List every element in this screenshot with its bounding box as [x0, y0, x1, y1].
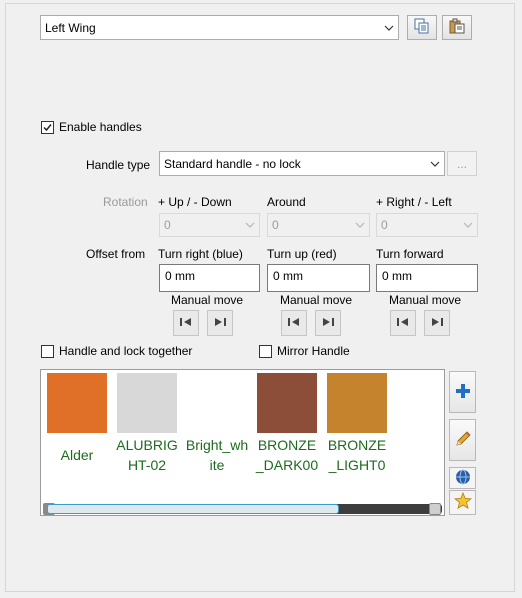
scroll-thumb[interactable]: [47, 504, 339, 514]
rotation-right-left-header: + Right / - Left: [376, 195, 452, 209]
turn-right-increase-button[interactable]: [207, 310, 233, 336]
rotation-up-down-header: + Up / - Down: [158, 195, 232, 209]
material-item-bronze-light[interactable]: BRONZE_LIGHT0: [322, 373, 392, 475]
checkbox-checked-icon: [41, 120, 54, 134]
chevron-down-icon: [351, 222, 369, 228]
material-swatch: [327, 373, 387, 433]
manual-move-label-2: Manual move: [280, 293, 353, 307]
turn-up-input[interactable]: 0 mm: [267, 264, 370, 292]
handle-type-select[interactable]: Standard handle - no lock: [159, 151, 445, 176]
edit-material-button[interactable]: [449, 419, 476, 461]
step-forward-icon: [321, 316, 335, 331]
rotation-around-value: 0: [272, 218, 279, 232]
handle-lock-together-checkbox[interactable]: Handle and lock together: [41, 344, 192, 358]
rotation-right-left-value: 0: [381, 218, 388, 232]
chevron-down-icon: [241, 222, 259, 228]
add-icon: [455, 383, 471, 402]
rotation-around-select[interactable]: 0: [267, 213, 370, 237]
turn-forward-header: Turn forward: [376, 247, 444, 261]
turn-right-decrease-button[interactable]: [173, 310, 199, 336]
material-item-bright-white[interactable]: Bright_white: [182, 373, 252, 475]
favorites-button[interactable]: [449, 490, 476, 515]
rotation-label: Rotation: [103, 195, 148, 209]
material-name: Alder: [60, 447, 94, 463]
turn-forward-input[interactable]: 0 mm: [376, 264, 478, 292]
copy-icon: [414, 18, 430, 37]
handle-lock-together-label: Handle and lock together: [59, 344, 193, 358]
globe-icon: [455, 469, 471, 488]
step-back-icon: [287, 316, 301, 331]
turn-up-decrease-button[interactable]: [281, 310, 307, 336]
step-forward-icon: [213, 316, 227, 331]
material-swatch: [117, 373, 177, 433]
handle-type-value: Standard handle - no lock: [164, 156, 301, 171]
material-gallery: Alder ALUBRIGHT-02 Bright_white BRONZE_D…: [40, 369, 445, 516]
scroll-right-arrow[interactable]: [429, 503, 441, 515]
material-name: BRONZE_LIGHT0: [327, 437, 387, 473]
mirror-handle-label: Mirror Handle: [277, 344, 350, 358]
enable-handles-label: Enable handles: [59, 120, 142, 134]
copy-button[interactable]: [407, 15, 437, 40]
rotation-right-left-select[interactable]: 0: [376, 213, 478, 237]
rotation-up-down-select[interactable]: 0: [159, 213, 260, 237]
material-item-alubright[interactable]: ALUBRIGHT-02: [112, 373, 182, 475]
checkbox-unchecked-icon: [259, 344, 272, 358]
handle-type-label: Handle type: [86, 158, 151, 172]
step-back-icon: [396, 316, 410, 331]
handle-type-browse-button[interactable]: ...: [447, 151, 477, 176]
chevron-down-icon: [426, 161, 444, 167]
turn-right-header: Turn right (blue): [158, 247, 243, 261]
enable-handles-checkbox[interactable]: Enable handles: [41, 120, 142, 134]
material-item-alder[interactable]: Alder: [42, 373, 112, 465]
online-library-button[interactable]: [449, 467, 476, 489]
turn-up-increase-button[interactable]: [315, 310, 341, 336]
manual-move-label-3: Manual move: [389, 293, 462, 307]
rotation-up-down-value: 0: [164, 218, 171, 232]
paste-button[interactable]: [442, 15, 472, 40]
object-select-value: Left Wing: [45, 20, 96, 35]
material-swatch: [47, 373, 107, 433]
gallery-scrollbar[interactable]: [43, 503, 442, 515]
add-material-button[interactable]: [449, 371, 476, 413]
turn-right-input[interactable]: 0 mm: [159, 264, 260, 292]
paste-icon: [449, 18, 465, 37]
step-back-icon: [179, 316, 193, 331]
material-name: BRONZE_DARK00: [255, 437, 319, 473]
material-name: ALUBRIGHT-02: [116, 437, 178, 473]
chevron-down-icon: [459, 222, 477, 228]
turn-forward-decrease-button[interactable]: [390, 310, 416, 336]
mirror-handle-checkbox[interactable]: Mirror Handle: [259, 344, 350, 358]
material-swatch: [187, 373, 247, 433]
turn-up-header: Turn up (red): [267, 247, 337, 261]
pencil-icon: [454, 430, 472, 451]
step-forward-icon: [430, 316, 444, 331]
rotation-around-header: Around: [267, 195, 306, 209]
offset-from-label: Offset from: [86, 247, 146, 261]
material-name: Bright_white: [185, 437, 249, 473]
material-swatch: [257, 373, 317, 433]
turn-forward-increase-button[interactable]: [424, 310, 450, 336]
manual-move-label-1: Manual move: [171, 293, 244, 307]
object-select[interactable]: Left Wing: [40, 15, 399, 40]
star-icon: [453, 491, 472, 513]
browse-label: ...: [456, 156, 467, 171]
material-item-bronze-dark[interactable]: BRONZE_DARK00: [252, 373, 322, 475]
checkbox-unchecked-icon: [41, 344, 54, 358]
chevron-down-icon: [380, 25, 398, 31]
